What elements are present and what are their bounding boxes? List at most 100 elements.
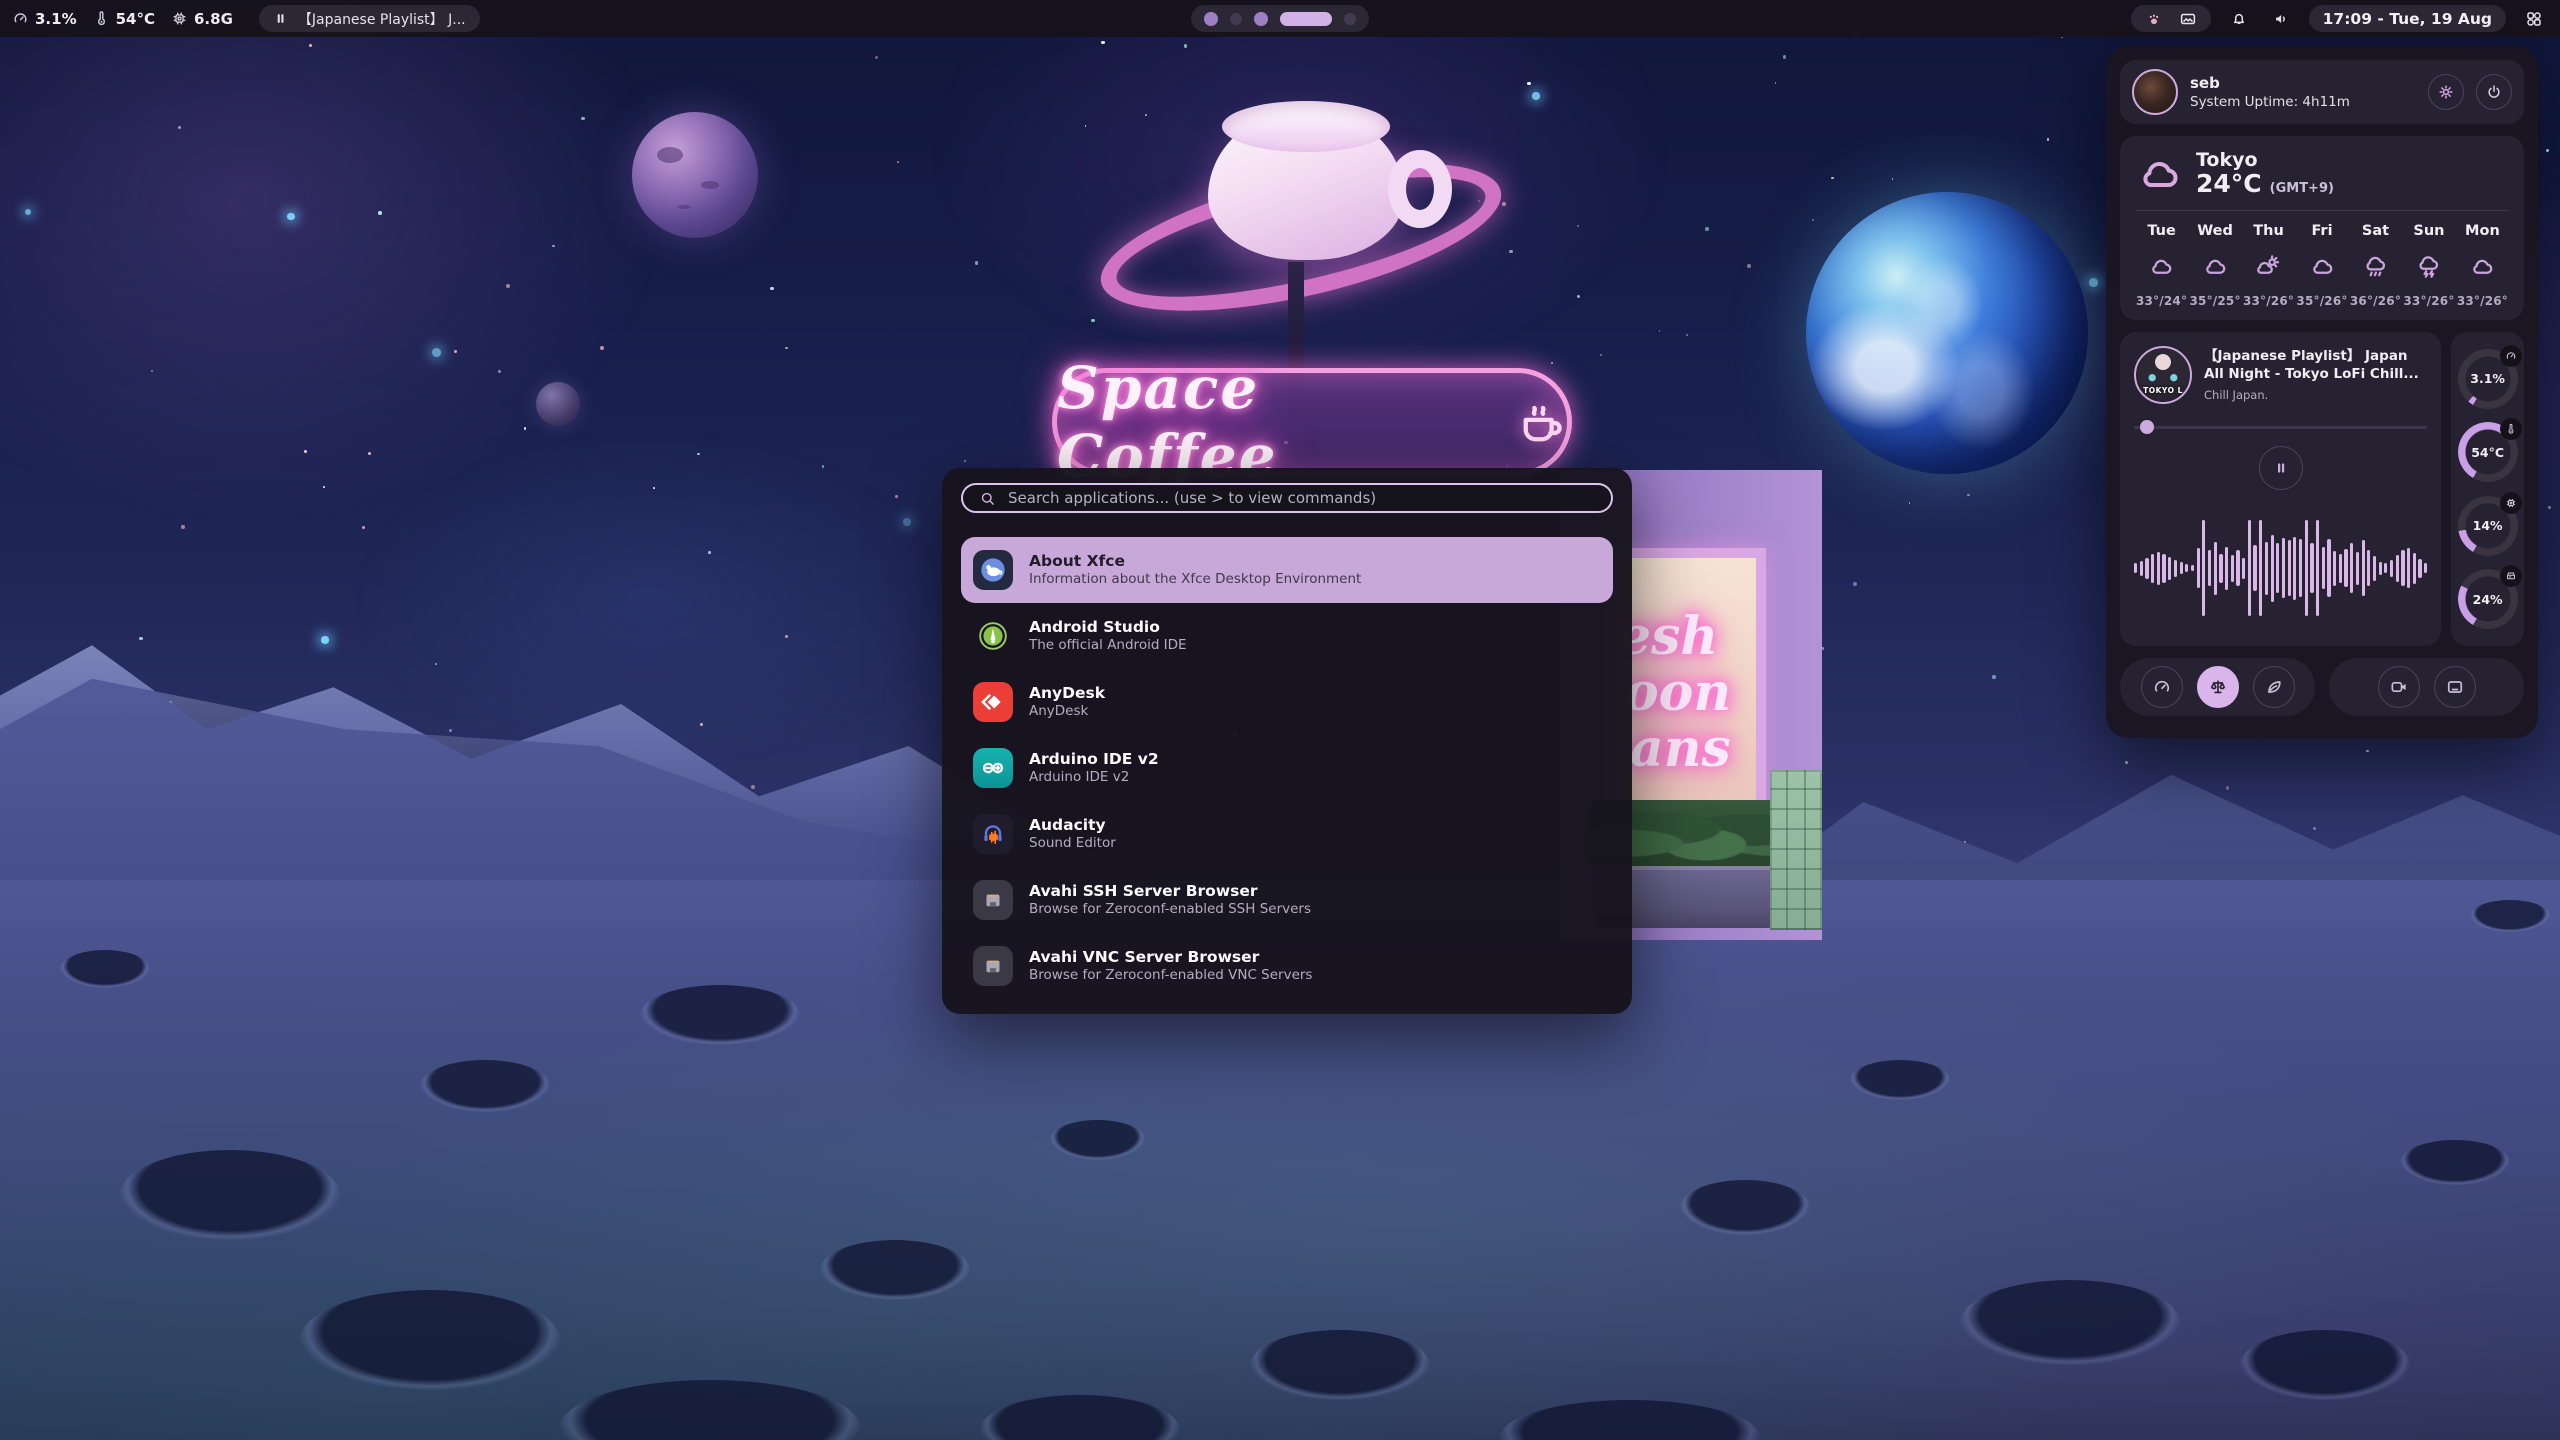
media-player-card: TOKYO L 【Japanese Playlist】 Japan All Ni…: [2120, 332, 2441, 646]
top-bar-stats: 3.1% 54°C 6.8G 【Japanese Playlist】 J...: [12, 5, 480, 32]
app-list-item[interactable]: Avahi SSH Server Browser Browse for Zero…: [961, 867, 1613, 933]
settings-button[interactable]: [2428, 74, 2464, 110]
forecast-day-sun: Sun33°/26°: [2403, 221, 2454, 310]
user-name: seb: [2190, 74, 2350, 92]
app-list-item[interactable]: Android Studio The official Android IDE: [961, 603, 1613, 669]
forecast-day-mon: Mon33°/26°: [2457, 221, 2508, 310]
speedometer-quick-button[interactable]: [2141, 666, 2183, 708]
app-list-item[interactable]: AnyDesk AnyDesk: [961, 669, 1613, 735]
wallpaper-icon[interactable]: [2179, 10, 2197, 28]
forecast-day-sat: Sat 36°/26°: [2350, 221, 2401, 310]
window-neon-text: oon: [1624, 668, 1731, 718]
play-pause-button[interactable]: [2259, 446, 2303, 490]
screen-icon: [2445, 677, 2465, 697]
audacity-app-icon: [973, 814, 1013, 854]
workspace-switcher: [1191, 5, 1369, 32]
power-button[interactable]: [2476, 74, 2512, 110]
memory-value: 6.8G: [194, 10, 233, 28]
shop-window: eshoonans: [1614, 548, 1766, 838]
system-uptime: System Uptime: 4h11m: [2190, 94, 2350, 110]
top-bar: 3.1% 54°C 6.8G 【Japanese Playlist】 J...: [0, 0, 2560, 37]
cpu-usage-value: 3.1%: [35, 10, 77, 28]
workspace-dot-2[interactable]: [1230, 13, 1242, 25]
app-description: Browse for Zeroconf-enabled SSH Servers: [1029, 901, 1311, 919]
weather-timezone: (GMT+9): [2270, 182, 2334, 196]
scales-quick-button[interactable]: [2197, 666, 2239, 708]
album-art: TOKYO L: [2134, 346, 2192, 404]
thermometer-icon: [2500, 418, 2522, 440]
thermometer-icon: [93, 10, 110, 27]
avahi-app-icon: [973, 946, 1013, 986]
app-description: Browse for Zeroconf-enabled VNC Servers: [1029, 967, 1312, 985]
divider: [2136, 210, 2508, 211]
pet-icon[interactable]: [2145, 10, 2163, 28]
cloud-icon: [2469, 253, 2496, 280]
earth-planet: [1806, 192, 2088, 474]
pause-icon: [273, 11, 288, 26]
track-title: 【Japanese Playlist】 Japan All Night - To…: [2204, 348, 2427, 383]
media-now-playing-pill[interactable]: 【Japanese Playlist】 J...: [259, 5, 480, 32]
gauge-thermometer: 54°C: [2458, 422, 2518, 482]
system-tray: [2131, 5, 2211, 32]
workspace-dot-4[interactable]: [1280, 12, 1332, 26]
xfce-app-icon: [973, 550, 1013, 590]
app-list-item[interactable]: About Xfce Information about the Xfce De…: [961, 537, 1613, 603]
overview-button[interactable]: [2520, 5, 2548, 33]
forecast-day-tue: Tue33°/24°: [2136, 221, 2187, 310]
forecast-temps: 33°/26°: [2403, 294, 2454, 308]
scales-icon: [2208, 677, 2228, 697]
workspace-dot-5[interactable]: [1344, 13, 1356, 25]
app-description: AnyDesk: [1029, 703, 1105, 721]
gauge-disk: 24%: [2458, 569, 2518, 629]
quick-actions-left: [2120, 658, 2315, 716]
app-description: The official Android IDE: [1029, 637, 1187, 655]
quick-actions-right: [2329, 658, 2524, 716]
forecast-day-label: Wed: [2197, 223, 2233, 239]
forecast-day-fri: Fri35°/26°: [2296, 221, 2347, 310]
power-icon: [2485, 83, 2503, 101]
android-studio-app-icon: [973, 616, 1013, 656]
cpu-usage-stat: 3.1%: [12, 10, 77, 28]
temperature-value: 54°C: [116, 10, 155, 28]
forecast-temps: 36°/26°: [2350, 294, 2401, 308]
search-input[interactable]: [1006, 488, 1595, 508]
pause-icon: [2273, 460, 2289, 476]
neon-sign: Space Coffee: [1052, 368, 1572, 476]
clock[interactable]: 17:09 - Tue, 19 Aug: [2309, 5, 2506, 32]
gear-icon: [2437, 83, 2455, 101]
seek-knob[interactable]: [2140, 420, 2154, 434]
bell-icon: [2230, 10, 2248, 28]
workspace-dot-3[interactable]: [1254, 12, 1268, 26]
seek-slider[interactable]: [2134, 420, 2427, 434]
workspace-dot-1[interactable]: [1204, 12, 1218, 26]
app-list-item[interactable]: Audacity Sound Editor: [961, 801, 1613, 867]
forecast-day-thu: Thu33°/26°: [2243, 221, 2294, 310]
forecast-day-wed: Wed 35°/25°: [2189, 221, 2240, 310]
anydesk-app-icon: [973, 682, 1013, 722]
camera-quick-button[interactable]: [2378, 666, 2420, 708]
app-launcher: About Xfce Information about the Xfce De…: [942, 468, 1632, 1014]
app-list-item[interactable]: Avahi VNC Server Browser Browse for Zero…: [961, 933, 1613, 999]
purple-planet: [632, 112, 758, 238]
partly-sunny-icon: [2255, 253, 2282, 280]
leaf-icon: [2264, 677, 2284, 697]
volume-button[interactable]: [2267, 5, 2295, 33]
user-meta: seb System Uptime: 4h11m: [2190, 74, 2350, 110]
app-name: Avahi SSH Server Browser: [1029, 882, 1311, 901]
screen-quick-button[interactable]: [2434, 666, 2476, 708]
app-name: Android Studio: [1029, 618, 1187, 637]
tile-wall: [1770, 770, 1822, 930]
cup-handle: [1388, 150, 1452, 228]
weather-city: Tokyo: [2196, 150, 2334, 171]
app-description: Sound Editor: [1029, 835, 1116, 853]
app-list-item[interactable]: Arduino IDE v2 Arduino IDE v2: [961, 735, 1613, 801]
leaf-quick-button[interactable]: [2253, 666, 2295, 708]
system-gauges-card: 3.1%54°C14%24%: [2451, 332, 2524, 646]
app-name: Arduino IDE v2: [1029, 750, 1159, 769]
speedometer-icon: [12, 10, 29, 27]
forecast-day-label: Sat: [2362, 223, 2389, 239]
forecast-temps: 33°/24°: [2136, 294, 2187, 308]
search-icon: [979, 490, 996, 507]
notifications-button[interactable]: [2225, 5, 2253, 33]
forecast-temps: 35°/25°: [2189, 294, 2240, 308]
